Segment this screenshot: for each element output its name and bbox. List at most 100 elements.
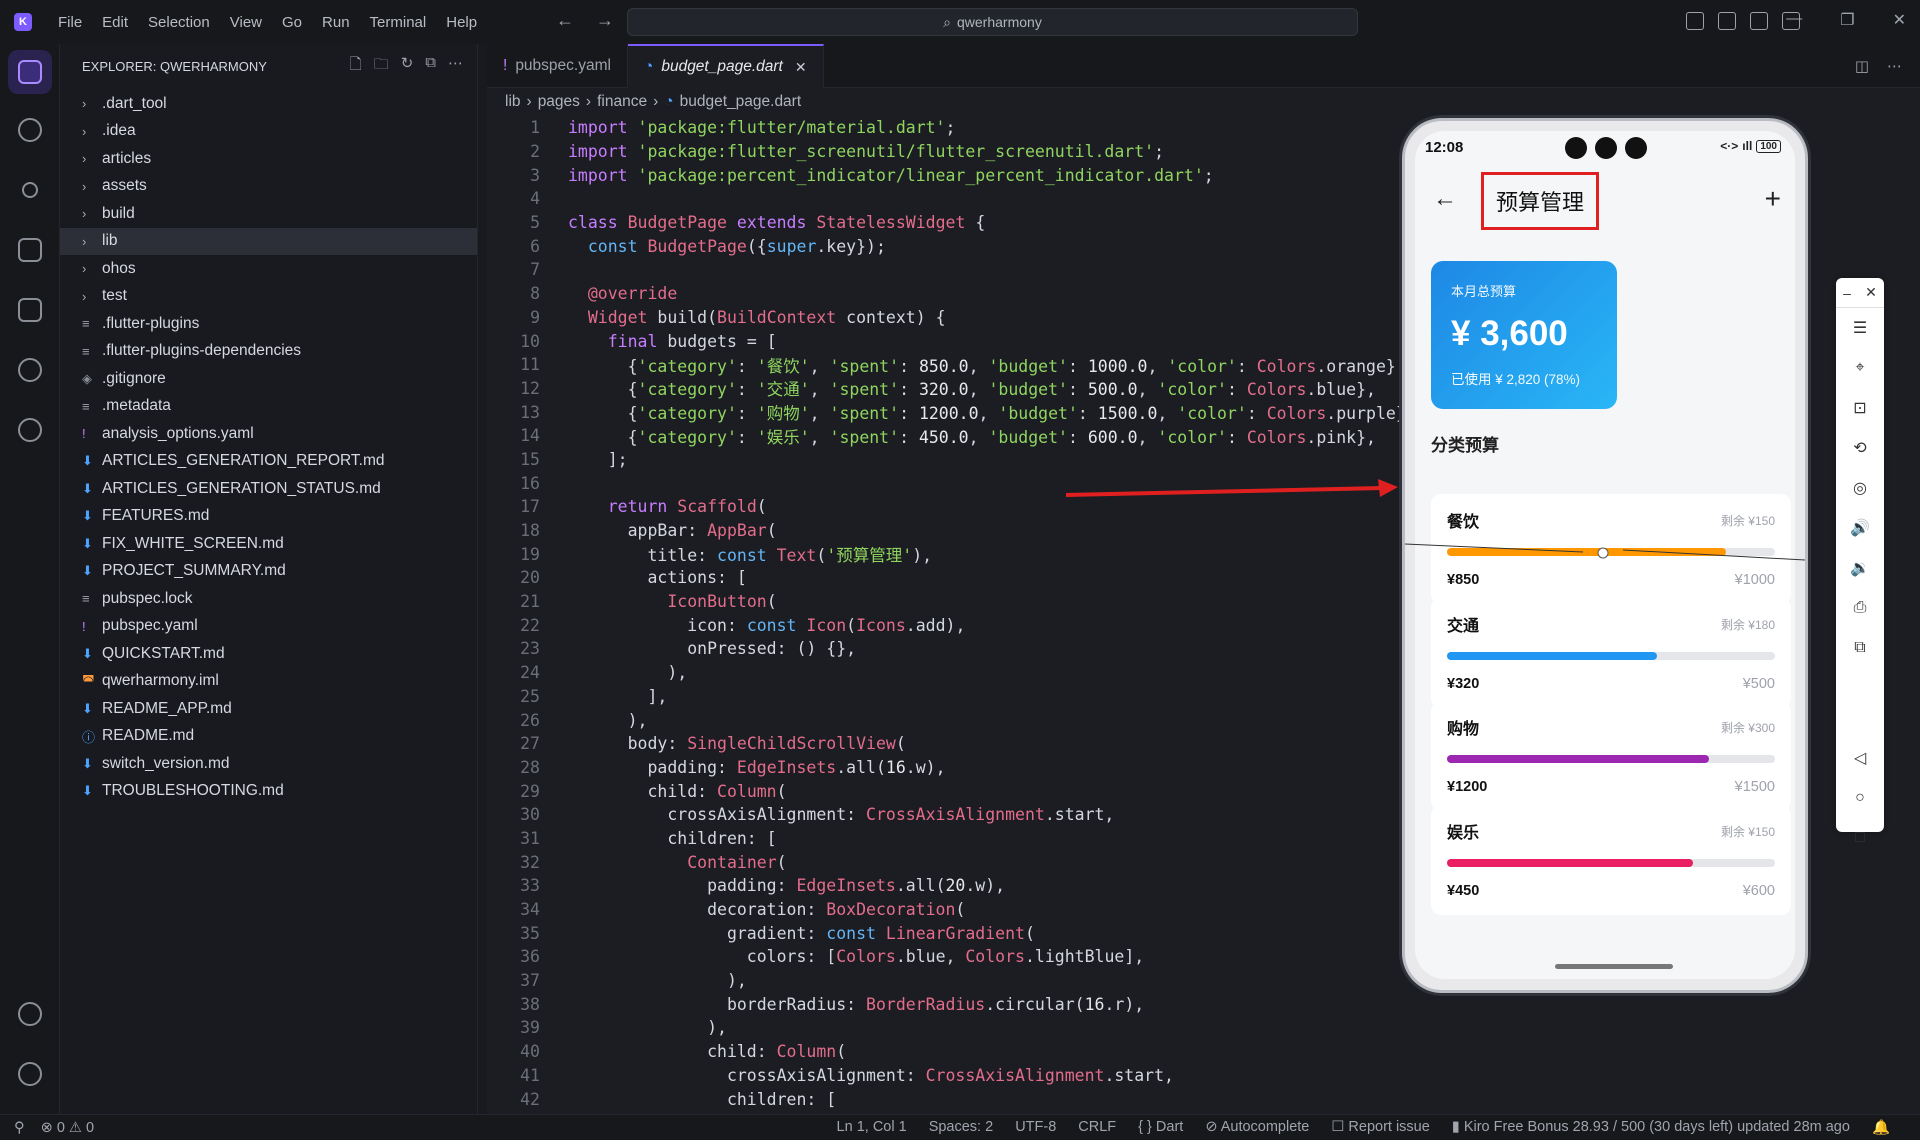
layout-icon[interactable] — [1686, 12, 1704, 30]
breadcrumb-item[interactable]: budget_page.dart — [680, 93, 802, 111]
emu-crop-icon[interactable]: ⊡ — [1836, 388, 1884, 428]
emu-location-icon[interactable]: ◎ — [1836, 468, 1884, 508]
close-tab-icon[interactable]: ✕ — [795, 59, 807, 76]
emu-back-icon[interactable]: ◁ — [1836, 738, 1884, 778]
tree-file[interactable]: ⬇ ARTICLES_GENERATION_STATUS.md — [60, 475, 477, 503]
encoding[interactable]: UTF-8 — [1015, 1119, 1056, 1136]
tree-file[interactable]: ≡ .flutter-plugins-dependencies — [60, 338, 477, 366]
breadcrumb-item[interactable]: finance — [597, 93, 647, 111]
extensions-activity[interactable] — [0, 280, 60, 340]
problems-indicator[interactable]: ⊗ 0 ⚠ 0 — [41, 1120, 94, 1136]
sidebar-toggle-icon[interactable] — [1718, 12, 1736, 30]
menu-item-edit[interactable]: Edit — [92, 14, 138, 31]
back-arrow-icon[interactable]: ← — [1433, 185, 1457, 213]
menu-item-run[interactable]: Run — [312, 14, 360, 31]
menu-item-file[interactable]: File — [48, 14, 92, 31]
tree-folder[interactable]: › assets — [60, 173, 477, 201]
account-activity[interactable] — [0, 984, 60, 1044]
menu-item-selection[interactable]: Selection — [138, 14, 220, 31]
line-ending[interactable]: CRLF — [1078, 1119, 1116, 1136]
tree-file[interactable]: ! pubspec.yaml — [60, 613, 477, 641]
minimize-icon[interactable]: — — [1786, 10, 1802, 30]
close-window-icon[interactable]: ✕ — [1893, 10, 1906, 30]
code-line: 42 children: [ — [487, 1087, 1920, 1111]
collapse-icon[interactable]: ⧉ — [425, 54, 436, 79]
tree-file[interactable]: ≡ pubspec.lock — [60, 585, 477, 613]
new-file-icon[interactable]: 🗋 — [350, 54, 362, 79]
tree-file[interactable]: ≡ .flutter-plugins — [60, 310, 477, 338]
chevron-right-icon: › — [82, 151, 87, 167]
tree-file[interactable]: ⬇ README_APP.md — [60, 695, 477, 723]
tree-file[interactable]: ⓘ README.md — [60, 723, 477, 751]
new-folder-icon[interactable]: 🗀 — [374, 54, 389, 79]
kiro-activity[interactable] — [0, 340, 60, 400]
emu-fold-icon[interactable]: ⧉ — [1836, 628, 1884, 668]
tree-folder[interactable]: › .idea — [60, 118, 477, 146]
command-search[interactable]: ⌕ qwerharmony — [627, 8, 1358, 36]
more-icon[interactable]: ⋯ — [448, 54, 463, 79]
back-arrow-icon[interactable]: ← — [556, 10, 574, 31]
emu-rotate-icon[interactable]: ⟲ — [1836, 428, 1884, 468]
run-debug-activity[interactable] — [0, 220, 60, 280]
emu-touch-icon[interactable]: ⌖ — [1836, 348, 1884, 388]
editor-more-icon[interactable]: ⋯ — [1887, 57, 1902, 75]
emu-menu-icon[interactable]: ☰ — [1836, 308, 1884, 348]
refresh-icon[interactable]: ↻ — [401, 54, 414, 79]
editor-tab[interactable]: ! pubspec.yaml — [487, 44, 628, 88]
split-editor-icon[interactable]: ◫ — [1855, 57, 1869, 75]
search-activity[interactable] — [0, 100, 60, 160]
source-control-activity[interactable] — [0, 160, 60, 220]
panel-toggle-icon[interactable] — [1750, 12, 1768, 30]
add-icon[interactable]: + — [1765, 183, 1781, 215]
settings-activity[interactable] — [0, 1044, 60, 1104]
file-tree: › .dart_tool › .idea › articles › assets › build ›… — [60, 88, 477, 805]
emu-screenshot-icon[interactable]: ⎙ — [1836, 588, 1884, 628]
cursor-position[interactable]: Ln 1, Col 1 — [837, 1119, 907, 1136]
tree-folder[interactable]: › lib — [60, 227, 477, 255]
indent-setting[interactable]: Spaces: 2 — [929, 1119, 994, 1136]
code-text: crossAxisAlignment: CrossAxisAlignment.s… — [568, 805, 1115, 825]
menu-item-help[interactable]: Help — [436, 14, 487, 31]
tree-file[interactable]: ◚ qwerharmony.iml — [60, 668, 477, 696]
tree-file[interactable]: ⬇ QUICKSTART.md — [60, 640, 477, 668]
maximize-icon[interactable]: ❐ — [1840, 10, 1854, 30]
tree-file[interactable]: ⬇ TROUBLESHOOTING.md — [60, 778, 477, 806]
autocomplete-status[interactable]: ⊘ Autocomplete — [1205, 1119, 1309, 1136]
remote-activity[interactable] — [0, 400, 60, 460]
breadcrumb-item[interactable]: pages — [538, 93, 580, 111]
tree-folder[interactable]: › .dart_tool — [60, 90, 477, 118]
tree-file[interactable]: ! analysis_options.yaml — [60, 420, 477, 448]
emu-close-icon[interactable]: ✕ — [1865, 284, 1877, 301]
tree-file[interactable]: ⬇ ARTICLES_GENERATION_REPORT.md — [60, 448, 477, 476]
emu-recent-icon[interactable]: □ — [1836, 818, 1884, 858]
emu-volume-up-icon[interactable]: 🔊 — [1836, 508, 1884, 548]
tree-file[interactable]: ⬇ PROJECT_SUMMARY.md — [60, 558, 477, 586]
tree-file[interactable]: ◈ .gitignore — [60, 365, 477, 393]
emu-minimize-icon[interactable]: – — [1843, 285, 1851, 301]
tree-folder[interactable]: › test — [60, 283, 477, 311]
tree-file[interactable]: ≡ .metadata — [60, 393, 477, 421]
line-number: 13 — [520, 402, 540, 422]
forward-arrow-icon[interactable]: → — [596, 10, 614, 31]
tree-file[interactable]: ⬇ FIX_WHITE_SCREEN.md — [60, 530, 477, 558]
tree-file[interactable]: ⬇ switch_version.md — [60, 750, 477, 778]
menu-item-go[interactable]: Go — [272, 14, 312, 31]
emu-volume-down-icon[interactable]: 🔉 — [1836, 548, 1884, 588]
tree-folder[interactable]: › build — [60, 200, 477, 228]
explorer-activity[interactable] — [8, 50, 52, 94]
tree-folder[interactable]: › articles — [60, 145, 477, 173]
kiro-bonus[interactable]: ▮ Kiro Free Bonus 28.93 / 500 (30 days l… — [1452, 1119, 1850, 1136]
editor-tab[interactable]: ◔ budget_page.dart ✕ — [627, 44, 824, 88]
line-number: 27 — [520, 734, 540, 754]
language-mode[interactable]: { } Dart — [1138, 1119, 1183, 1136]
breadcrumb-item[interactable]: lib — [505, 93, 521, 111]
emu-home-icon[interactable]: ○ — [1836, 778, 1884, 818]
menu-item-view[interactable]: View — [220, 14, 272, 31]
tree-file[interactable]: ⬇ FEATURES.md — [60, 503, 477, 531]
notifications-icon[interactable]: 🔔 — [1872, 1119, 1890, 1136]
tab-label: pubspec.yaml — [515, 57, 611, 74]
menu-item-terminal[interactable]: Terminal — [360, 14, 437, 31]
report-issue[interactable]: ☐ Report issue — [1331, 1119, 1429, 1136]
remote-status-icon[interactable]: ⚲ — [14, 1120, 25, 1136]
tree-folder[interactable]: › ohos — [60, 255, 477, 283]
